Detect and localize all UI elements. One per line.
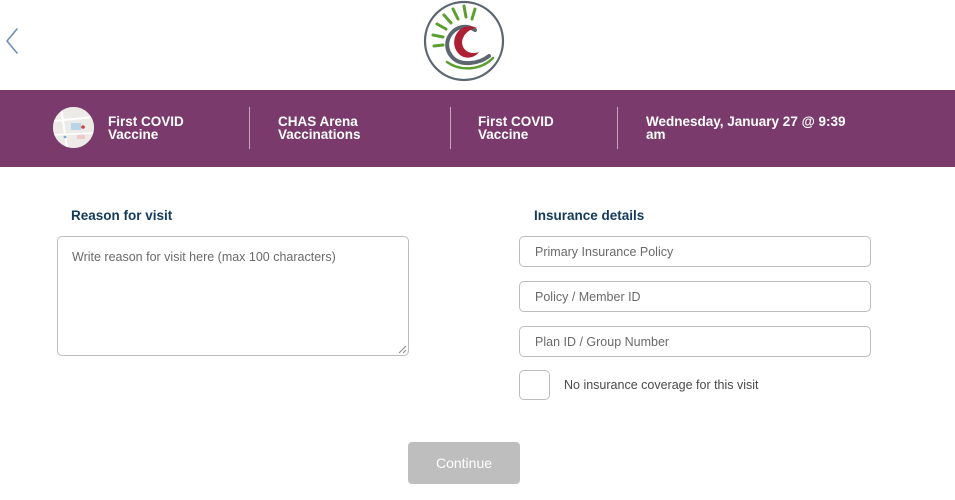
banner-location: CHAS Arena Vaccinations [278, 114, 361, 142]
no-insurance-label: No insurance coverage for this visit [564, 378, 759, 392]
member-id-input[interactable] [519, 281, 871, 312]
banner-datetime: Wednesday, January 27 @ 9:39 am [646, 114, 846, 142]
reason-section-title: Reason for visit [71, 208, 173, 223]
no-insurance-checkbox[interactable] [519, 370, 550, 400]
appointment-summary-banner: First COVID Vaccine CHAS Arena Vaccinati… [0, 90, 955, 167]
group-number-input[interactable] [519, 326, 871, 357]
reason-for-visit-input[interactable] [57, 236, 409, 356]
banner-divider [450, 107, 451, 149]
back-button[interactable] [0, 24, 24, 58]
resize-grip-icon[interactable] [398, 345, 407, 354]
banner-divider [249, 107, 250, 149]
banner-service: First COVID Vaccine [478, 114, 554, 142]
continue-button[interactable]: Continue [408, 442, 520, 484]
insurance-section-title: Insurance details [534, 208, 645, 223]
chevron-left-icon [6, 28, 18, 54]
clinic-logo [423, 0, 505, 82]
map-thumbnail-icon [53, 107, 94, 148]
primary-insurance-input[interactable] [519, 236, 871, 267]
banner-divider [617, 107, 618, 149]
banner-visit-type: First COVID Vaccine [108, 114, 184, 142]
